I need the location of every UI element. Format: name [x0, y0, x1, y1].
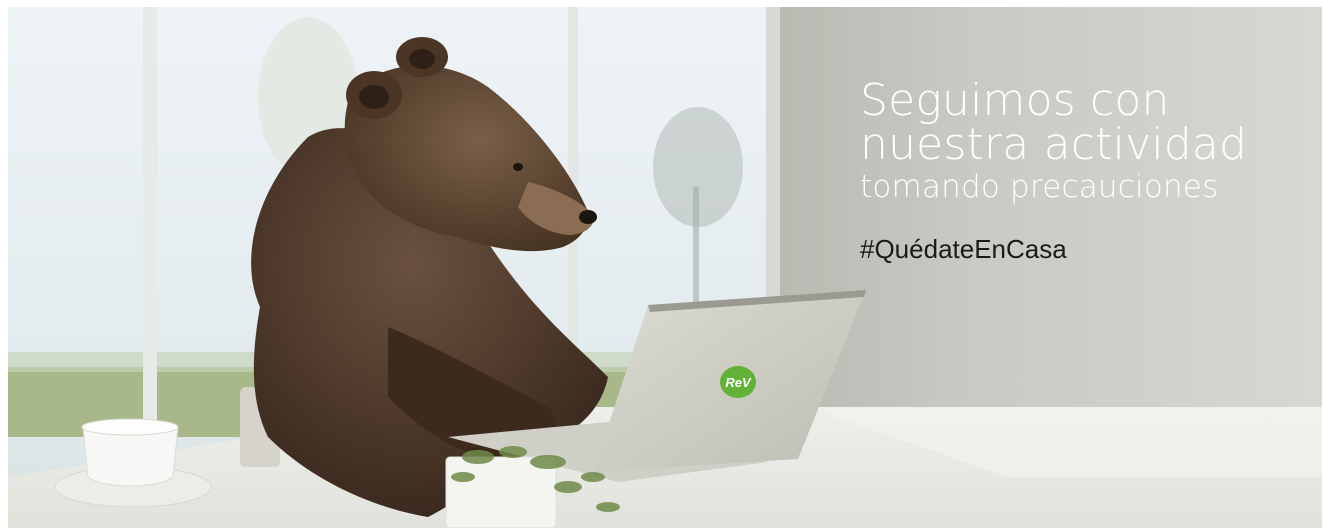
hashtag: #QuédateEnCasa — [860, 234, 1067, 264]
headline-line-1: Seguimos con — [860, 75, 1170, 126]
headline-line-3: tomando precauciones — [860, 169, 1219, 205]
hero-banner: ReV Seguimos con nuestra actividad toman… — [8, 7, 1322, 528]
headline-line-2: nuestra actividad — [860, 119, 1248, 170]
laptop-logo-text: ReV — [725, 375, 752, 390]
headline: Seguimos con nuestra actividad tomando p… — [860, 75, 1248, 206]
